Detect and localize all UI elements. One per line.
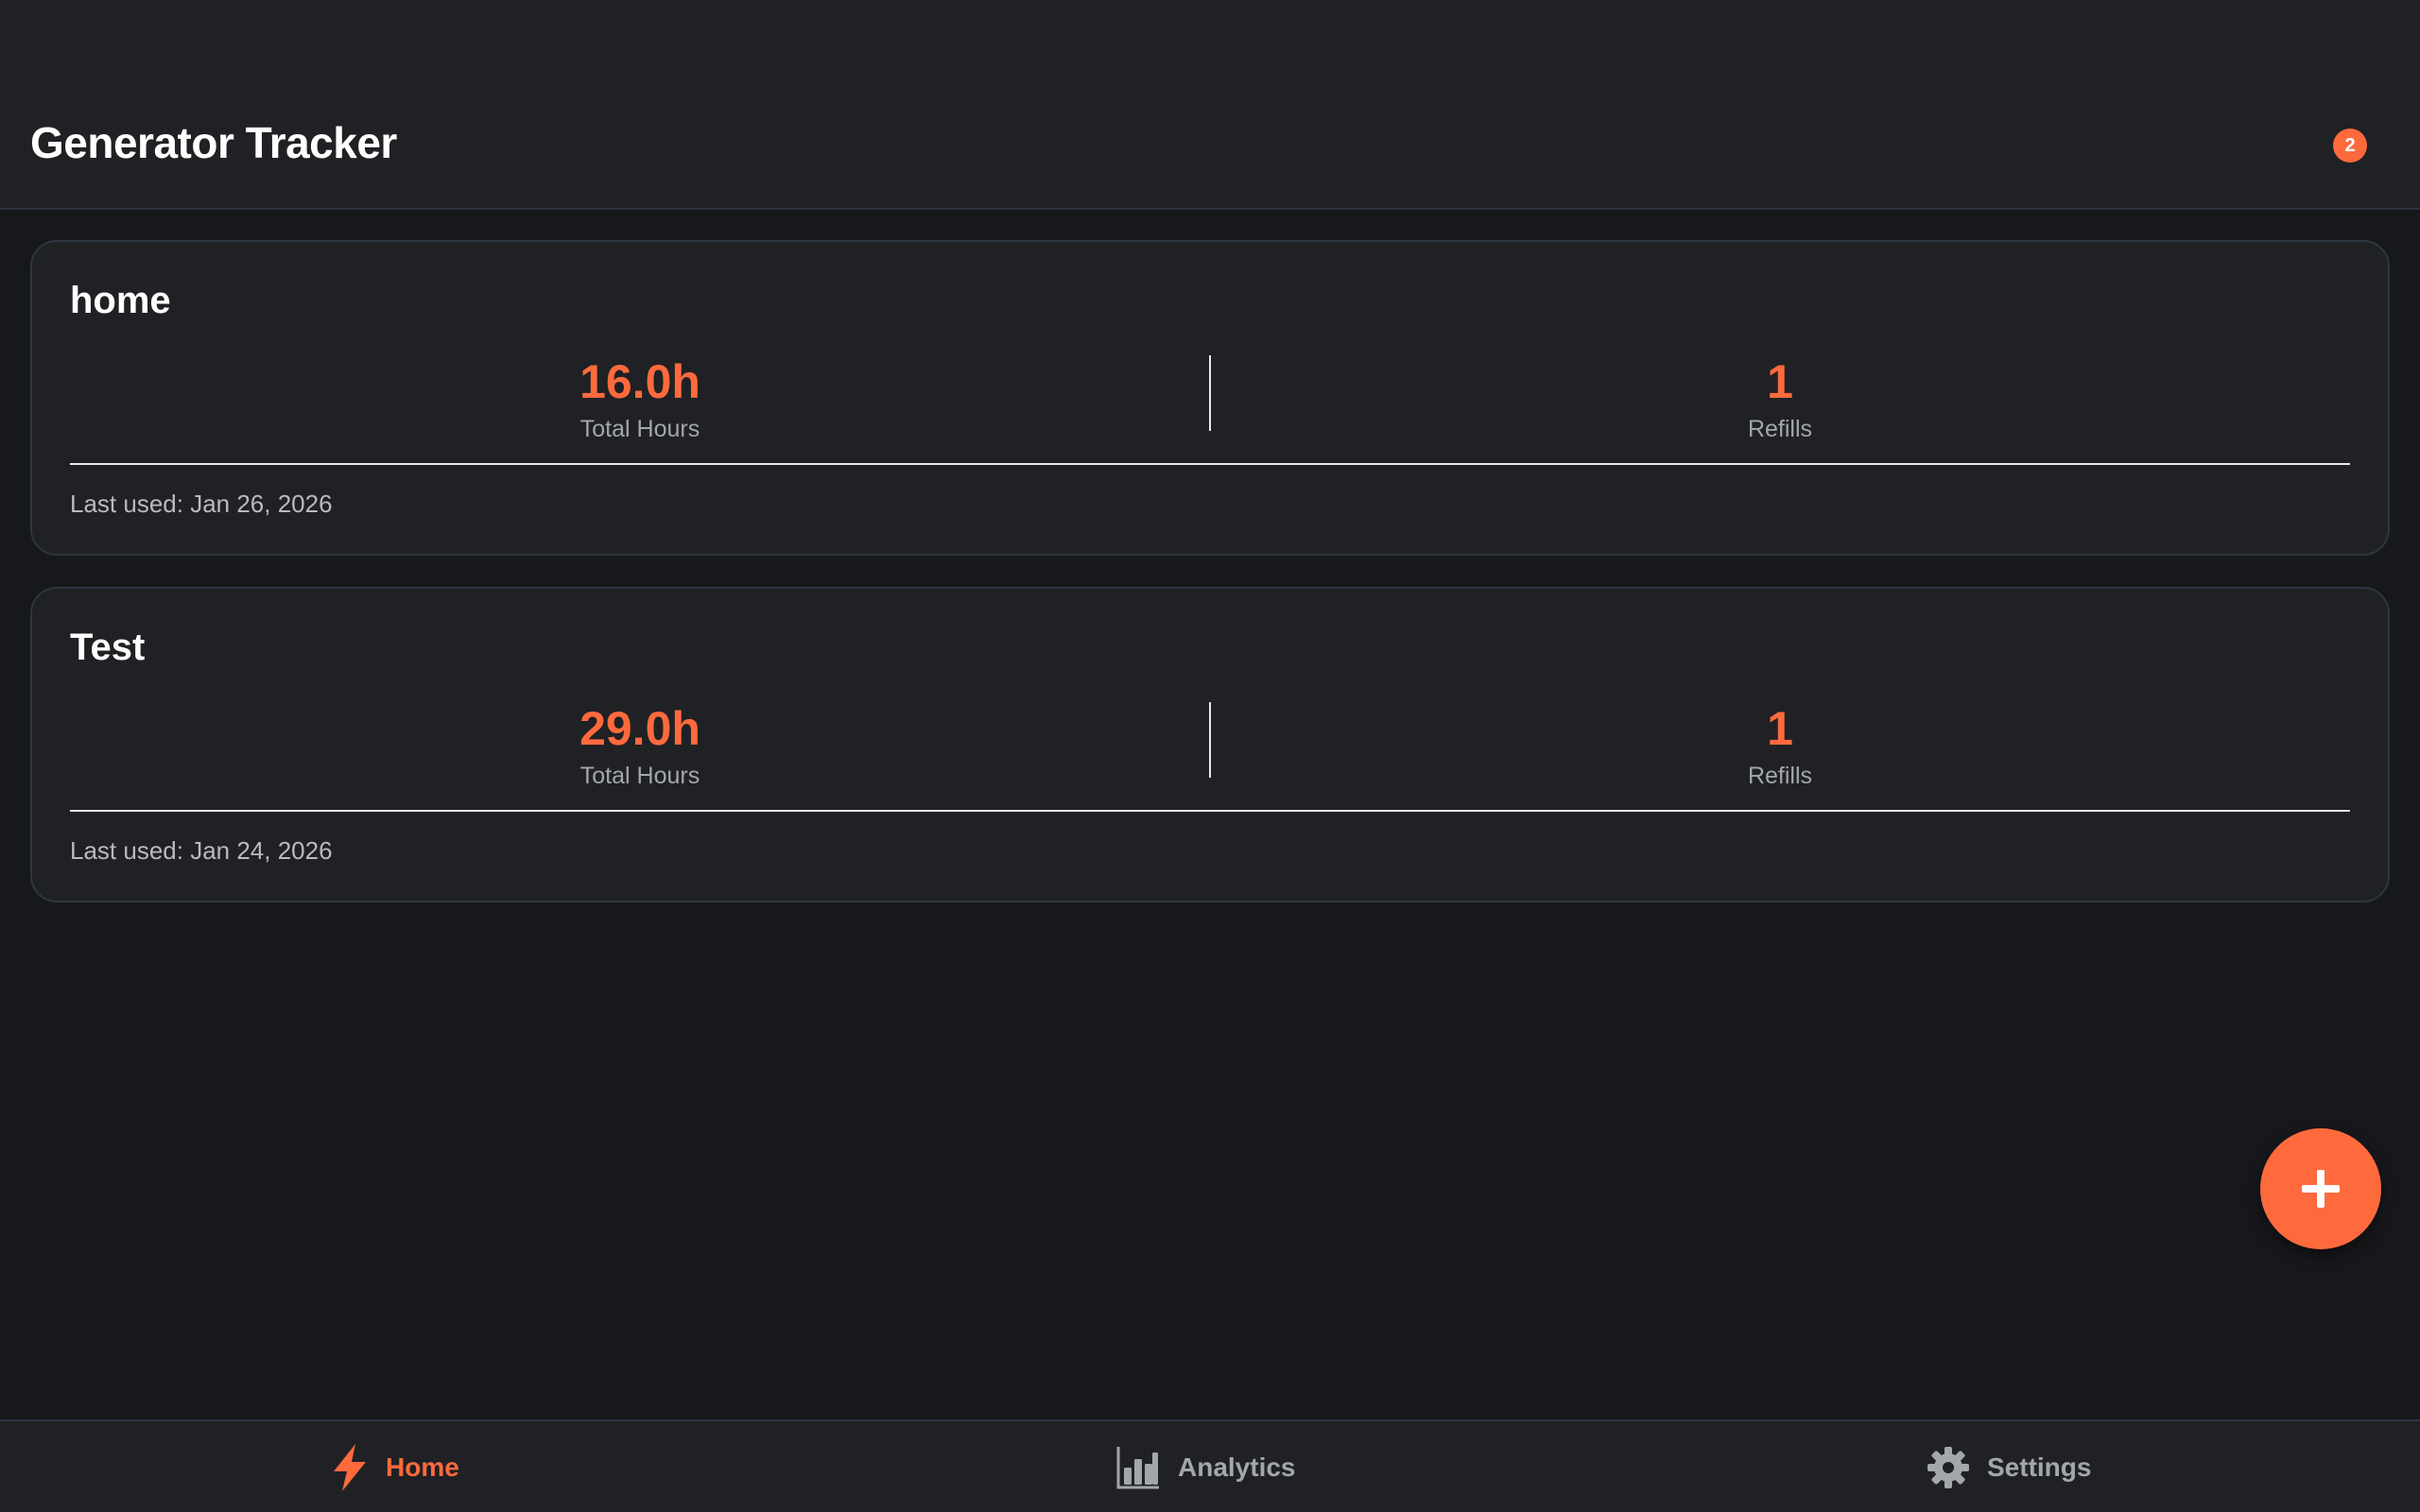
gear-icon: [1927, 1447, 1969, 1488]
bottom-navigation: Home Analytics Settings: [0, 1419, 2420, 1512]
last-used-text: Last used: Jan 26, 2026: [70, 490, 333, 518]
refills-stat: 1 Refills: [1210, 355, 2350, 442]
refills-label: Refills: [1747, 416, 1813, 442]
page-title: Generator Tracker: [30, 118, 397, 167]
total-hours-value: 16.0h: [579, 355, 700, 408]
nav-label-home: Home: [386, 1452, 459, 1482]
refills-stat: 1 Refills: [1210, 702, 2350, 789]
nav-item-home[interactable]: Home: [331, 1421, 459, 1512]
generator-stats: 16.0h Total Hours 1 Refills: [70, 355, 2350, 442]
card-divider: [70, 463, 2350, 465]
generator-name: home: [70, 280, 171, 321]
generator-card-test[interactable]: Test 29.0h Total Hours 1 Refills Last us…: [30, 587, 2390, 902]
app-root: Generator Tracker 2 home 16.0h Total Hou…: [0, 0, 2420, 1512]
app-header: Generator Tracker 2: [0, 0, 2420, 210]
add-generator-button[interactable]: [2260, 1128, 2381, 1249]
total-hours-stat: 29.0h Total Hours: [70, 702, 1210, 789]
nav-label-settings: Settings: [1987, 1452, 2092, 1482]
total-hours-label: Total Hours: [579, 416, 700, 442]
generator-stats: 29.0h Total Hours 1 Refills: [70, 702, 2350, 789]
plus-icon: [2302, 1170, 2340, 1208]
generator-name: Test: [70, 627, 146, 668]
refills-value: 1: [1767, 702, 1793, 755]
total-hours-value: 29.0h: [579, 702, 700, 755]
total-hours-label: Total Hours: [579, 763, 700, 789]
notification-badge[interactable]: 2: [2333, 129, 2367, 163]
lightning-icon: [334, 1444, 366, 1491]
nav-item-settings[interactable]: Settings: [1927, 1421, 2091, 1512]
last-used-text: Last used: Jan 24, 2026: [70, 836, 333, 865]
bar-chart-icon: [1116, 1447, 1159, 1489]
stat-divider: [1209, 702, 1211, 778]
refills-value: 1: [1767, 355, 1793, 408]
refills-label: Refills: [1747, 763, 1813, 789]
stat-divider: [1209, 355, 1211, 431]
card-divider: [70, 810, 2350, 812]
total-hours-stat: 16.0h Total Hours: [70, 355, 1210, 442]
nav-label-analytics: Analytics: [1178, 1452, 1296, 1482]
generator-card-home[interactable]: home 16.0h Total Hours 1 Refills Last us…: [30, 240, 2390, 556]
nav-item-analytics[interactable]: Analytics: [1115, 1421, 1296, 1512]
